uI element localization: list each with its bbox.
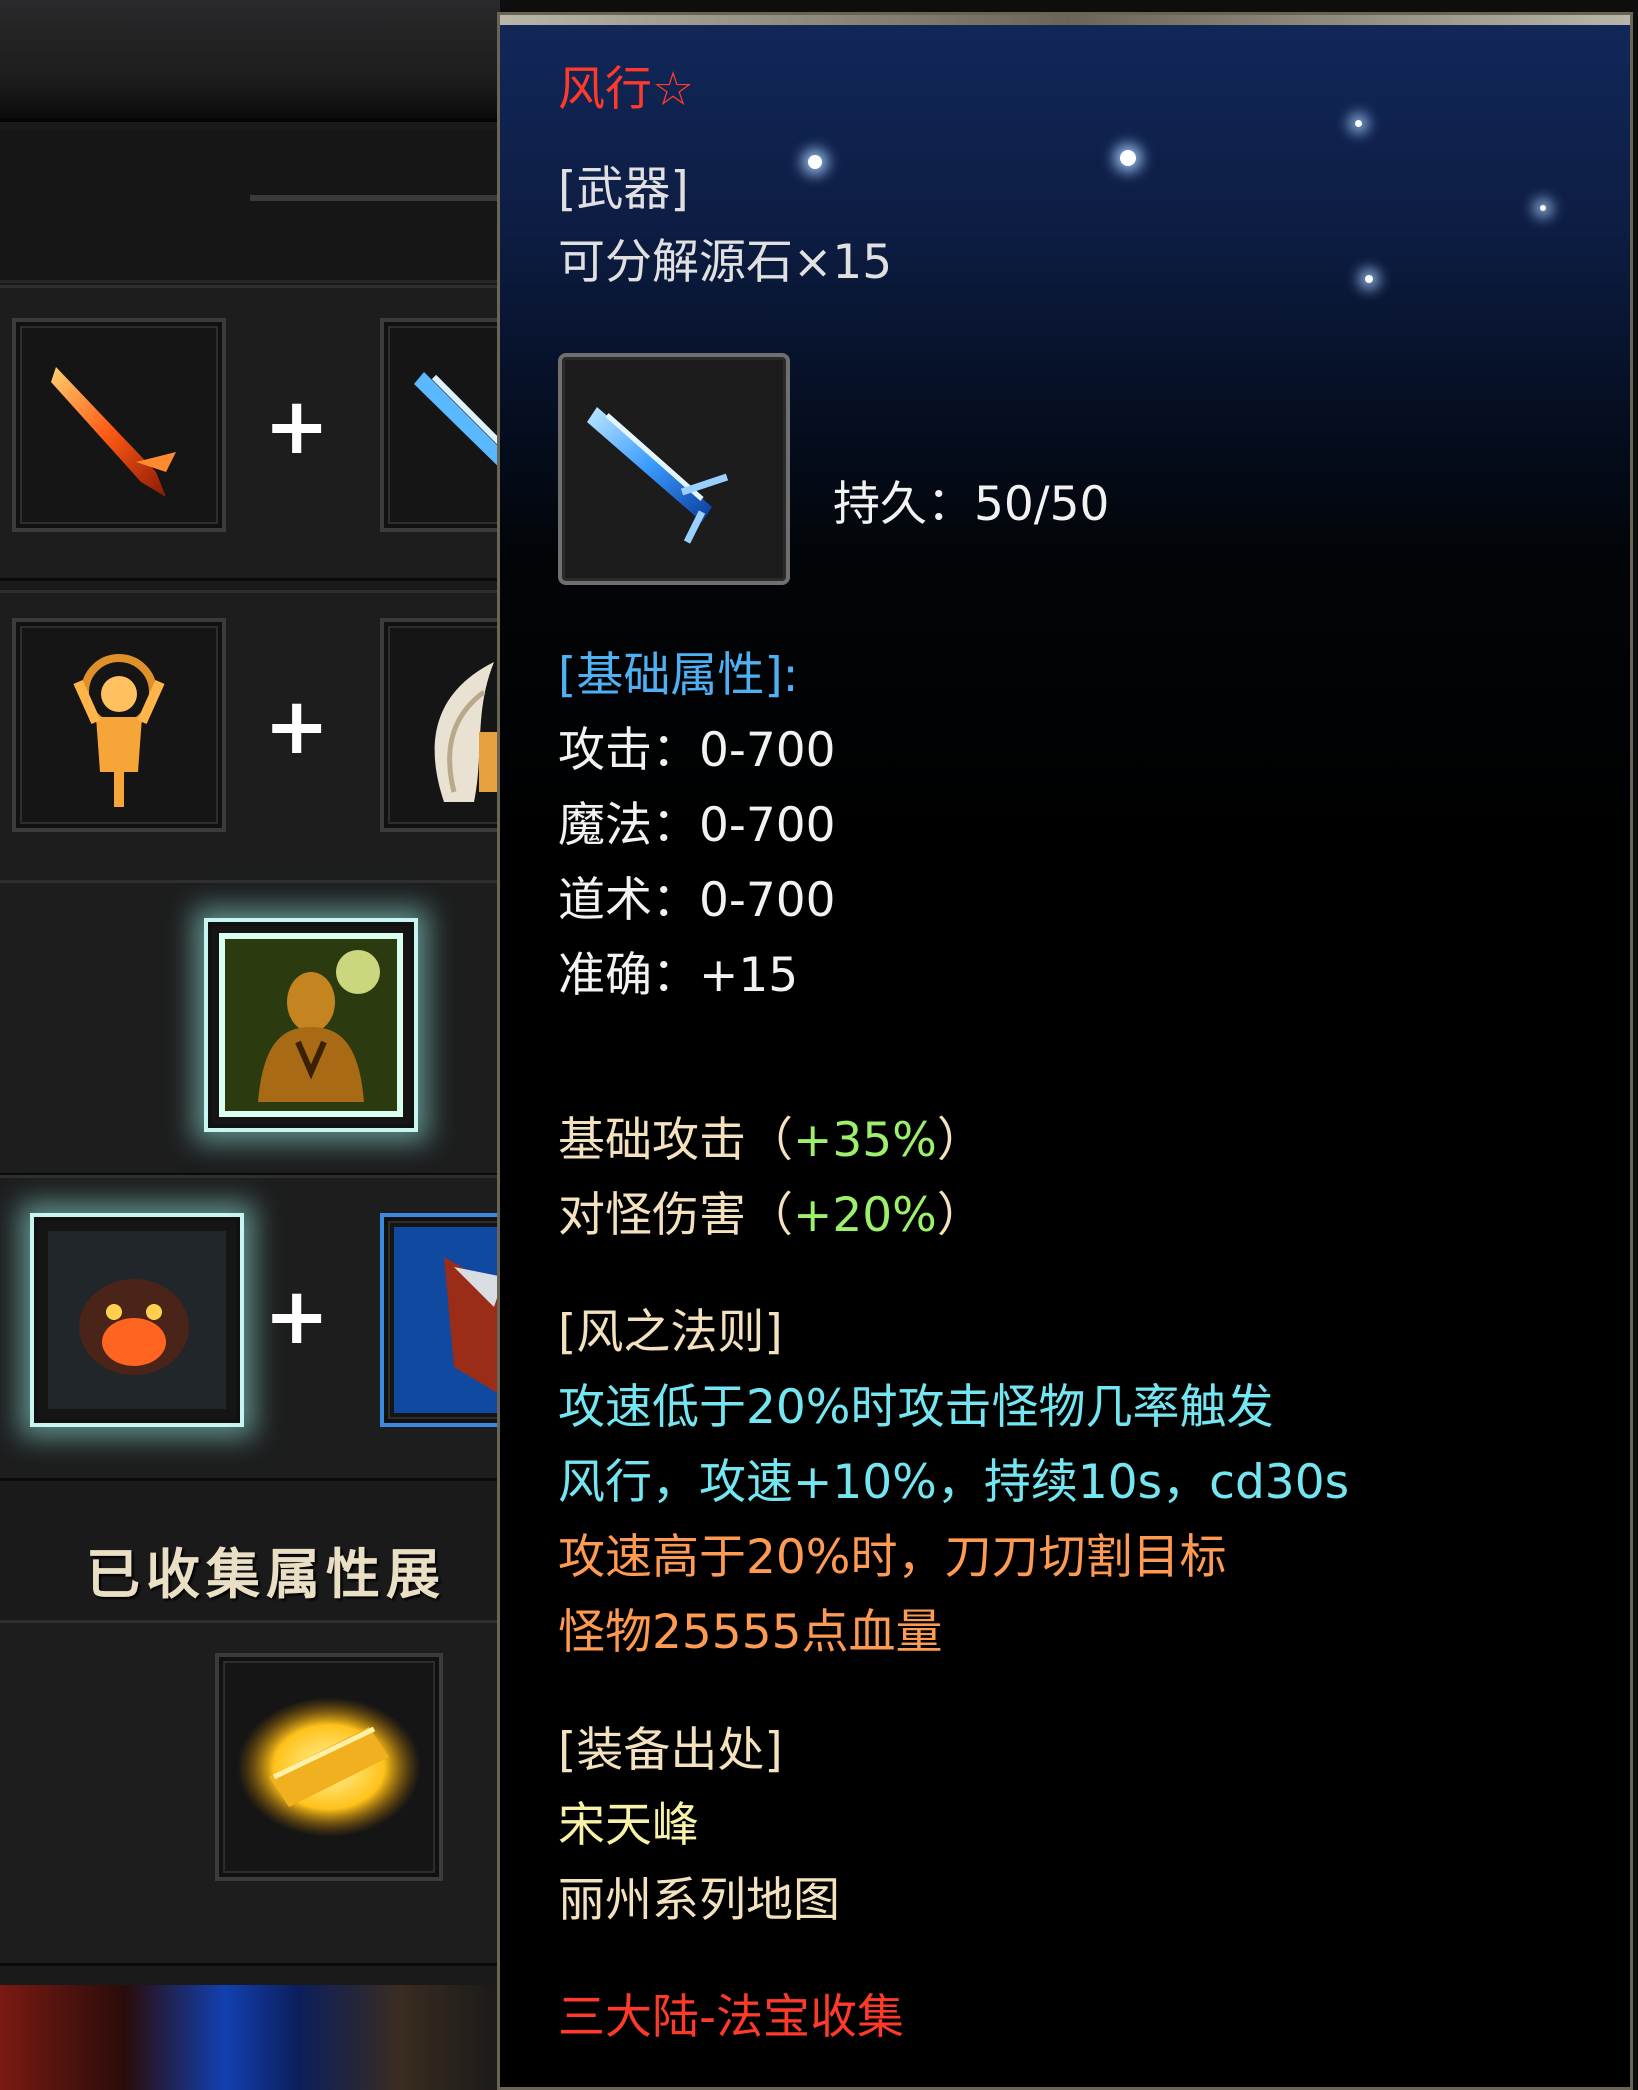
base-attributes-header: [基础属性]: bbox=[558, 648, 799, 703]
bonus-bracket-open: （ bbox=[746, 1113, 793, 1168]
skill-header: [风之法则] bbox=[558, 1305, 783, 1360]
combo-row-5 bbox=[0, 1620, 500, 1966]
stat-value: 0-700 bbox=[699, 873, 836, 928]
stat-label: 魔法： bbox=[558, 798, 699, 853]
stat-value: 0-700 bbox=[699, 798, 836, 853]
item-slot[interactable] bbox=[30, 1213, 244, 1427]
stat-magic: 魔法：0-700 bbox=[558, 798, 836, 854]
bonus-bracket-open: （ bbox=[746, 1188, 793, 1243]
sparkle bbox=[1365, 275, 1373, 283]
source-boss: 宋天峰 bbox=[558, 1798, 699, 1853]
skill-line: 攻速高于20%时，刀刀切割目标 bbox=[558, 1530, 1227, 1585]
item-category: [武器] bbox=[558, 162, 689, 217]
sparkle bbox=[1540, 205, 1546, 211]
bonus-label: 基础攻击 bbox=[558, 1113, 746, 1168]
item-slot[interactable] bbox=[380, 318, 500, 532]
result-slot[interactable] bbox=[204, 918, 418, 1132]
sparkle bbox=[808, 155, 822, 169]
skill-line: 风行，攻速+10%，持续10s，cd30s bbox=[558, 1455, 1350, 1510]
blue-sword-icon bbox=[414, 372, 500, 469]
bottom-decoration bbox=[0, 1985, 500, 2090]
plus-icon: + bbox=[264, 1272, 330, 1362]
skill-line: 怪物25555点血量 bbox=[558, 1605, 943, 1660]
combo-row-4: + bbox=[0, 1175, 500, 1481]
collection-footer: 三大陆-法宝收集 bbox=[558, 1990, 904, 2045]
item-name: 风行☆ bbox=[558, 62, 695, 117]
combo-row-2: + bbox=[0, 590, 500, 886]
bonus-bracket-close: ） bbox=[936, 1113, 984, 1168]
durability-label: 持久： bbox=[833, 477, 974, 532]
decompose-info: 可分解源石×15 bbox=[558, 235, 893, 290]
stat-label: 攻击： bbox=[558, 723, 699, 778]
wind-blade-icon bbox=[587, 407, 729, 544]
source-map: 丽州系列地图 bbox=[558, 1873, 840, 1928]
source-header: [装备出处] bbox=[558, 1723, 783, 1778]
golden-scroll-icon bbox=[237, 1697, 421, 1837]
item-slot[interactable] bbox=[12, 318, 226, 532]
sparkle bbox=[1355, 120, 1362, 127]
skill-line: 攻速低于20%时攻击怪物几率触发 bbox=[558, 1380, 1274, 1435]
item-slot[interactable] bbox=[380, 618, 500, 832]
item-slot[interactable] bbox=[12, 618, 226, 832]
golden-figure-icon bbox=[73, 654, 165, 807]
tooltip-frame-top bbox=[500, 15, 1630, 25]
combo-row-3 bbox=[0, 880, 500, 1176]
durability: 持久：50/50 bbox=[833, 477, 1109, 533]
panel-sub-bar bbox=[0, 130, 500, 283]
collected-attributes-title: 已收集属性展 bbox=[86, 1542, 446, 1606]
stat-accuracy: 准确：+15 bbox=[558, 948, 798, 1004]
bonus-value: +35% bbox=[793, 1113, 937, 1168]
panel-header-bar bbox=[0, 0, 500, 122]
bonus-base-attack: 基础攻击（+35%） bbox=[558, 1113, 984, 1169]
plus-icon: + bbox=[264, 382, 330, 472]
red-sword-icon bbox=[51, 367, 176, 497]
bonus-label: 对怪伤害 bbox=[558, 1188, 746, 1243]
bonus-monster-damage: 对怪伤害（+20%） bbox=[558, 1188, 984, 1244]
stat-label: 准确： bbox=[558, 948, 699, 1003]
item-tooltip: 风行☆ [武器] 可分解源石×15 持久：50/50 [基础属性]: 攻击：0-… bbox=[497, 12, 1633, 2090]
stat-value: 0-700 bbox=[699, 723, 836, 778]
sparkle bbox=[1120, 150, 1136, 166]
collection-panel: + + + 已收集属性展 bbox=[0, 0, 500, 2090]
stat-attack: 攻击：0-700 bbox=[558, 723, 836, 779]
blue-armor-icon bbox=[394, 1227, 500, 1413]
item-slot[interactable] bbox=[380, 1213, 500, 1427]
bonus-value: +20% bbox=[793, 1188, 937, 1243]
angel-wing-icon bbox=[434, 662, 500, 802]
bonus-bracket-close: ） bbox=[936, 1188, 984, 1243]
combo-row-1: + bbox=[0, 285, 500, 581]
fire-beast-icon bbox=[48, 1231, 226, 1409]
item-slot[interactable] bbox=[215, 1653, 443, 1881]
durability-value: 50/50 bbox=[974, 477, 1110, 532]
plus-icon: + bbox=[264, 682, 330, 772]
meditating-monk-icon bbox=[219, 933, 403, 1117]
item-icon-frame bbox=[558, 353, 790, 585]
stat-value: +15 bbox=[699, 948, 799, 1003]
stat-taoism: 道术：0-700 bbox=[558, 873, 836, 929]
stat-label: 道术： bbox=[558, 873, 699, 928]
